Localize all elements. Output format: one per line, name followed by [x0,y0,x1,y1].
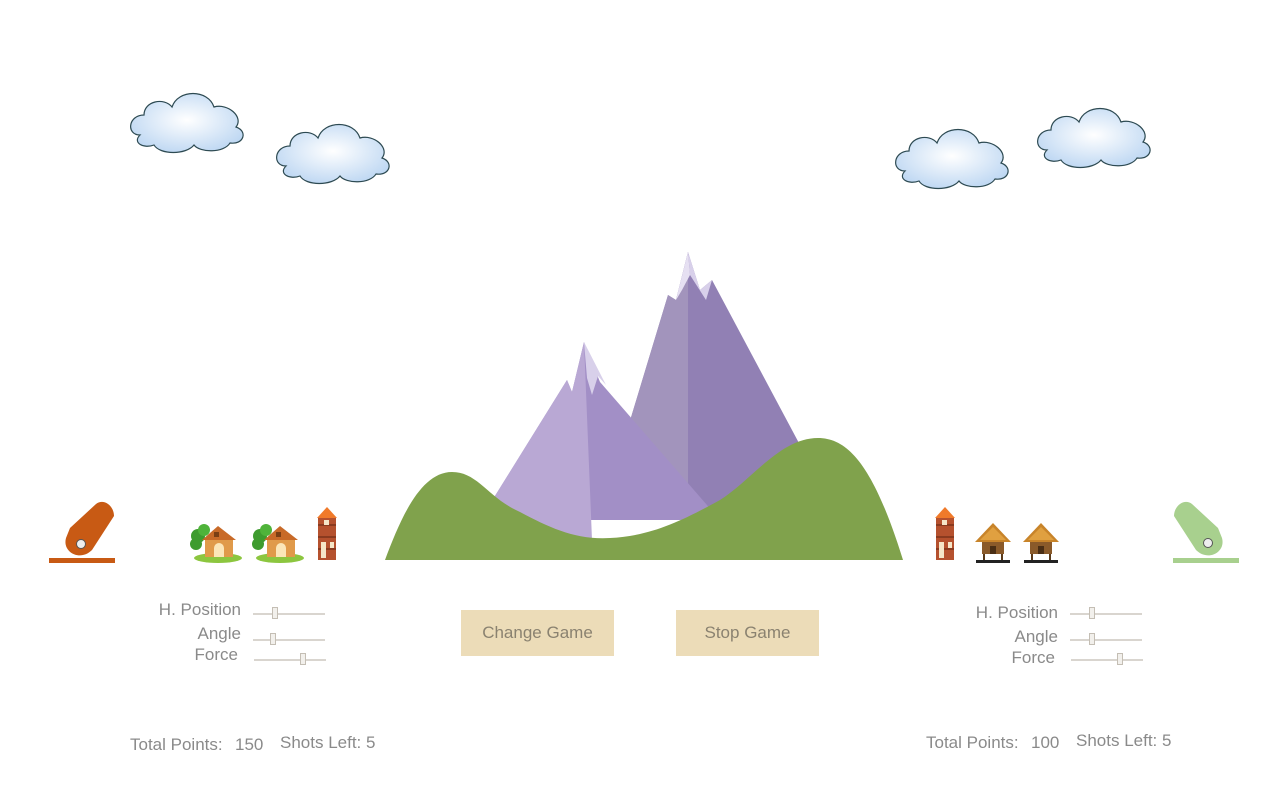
right-angle-label: Angle [1014,627,1058,646]
left-shots-left: Shots Left: 5 [280,733,376,752]
hut-icon [975,523,1011,563]
right-angle-slider[interactable] [1070,633,1142,647]
right-total-points-value: 100 [1031,733,1060,752]
right-cannon[interactable] [1173,501,1239,563]
slider-thumb[interactable] [1088,633,1095,645]
slider-thumb[interactable] [1088,607,1095,619]
cloud [1037,107,1151,169]
left-force-label: Force [194,645,238,664]
left-cannon[interactable] [49,501,115,563]
right-total-points-label: Total Points: [926,733,1019,752]
stop-game-button[interactable]: Stop Game [676,610,819,656]
tower-icon [935,507,955,560]
right-force-slider[interactable] [1071,653,1143,667]
left-total-points-label: Total Points: [130,735,223,754]
left-h-position-slider[interactable] [253,607,325,621]
left-h-position-label: H. Position [158,600,241,619]
hut-icon [1023,523,1059,563]
left-angle-label: Angle [197,624,241,643]
cloud [895,128,1009,190]
slider-thumb[interactable] [271,607,278,619]
cloud [130,92,244,154]
house-icon [252,524,304,563]
tower-icon [317,507,337,560]
right-force-label: Force [1011,648,1055,667]
cloud [276,123,390,185]
right-h-position-label: H. Position [975,603,1058,622]
left-force-slider[interactable] [254,653,326,667]
change-game-button[interactable]: Change Game [461,610,614,656]
house-icon [190,524,242,563]
slider-thumb[interactable] [270,633,277,645]
slider-thumb[interactable] [1116,653,1123,665]
left-total-points-value: 150 [235,735,264,754]
game-scene [49,92,1239,563]
slider-thumb[interactable] [299,653,306,665]
right-h-position-slider[interactable] [1070,607,1142,621]
left-angle-slider[interactable] [253,633,325,647]
right-shots-left: Shots Left: 5 [1076,731,1172,750]
